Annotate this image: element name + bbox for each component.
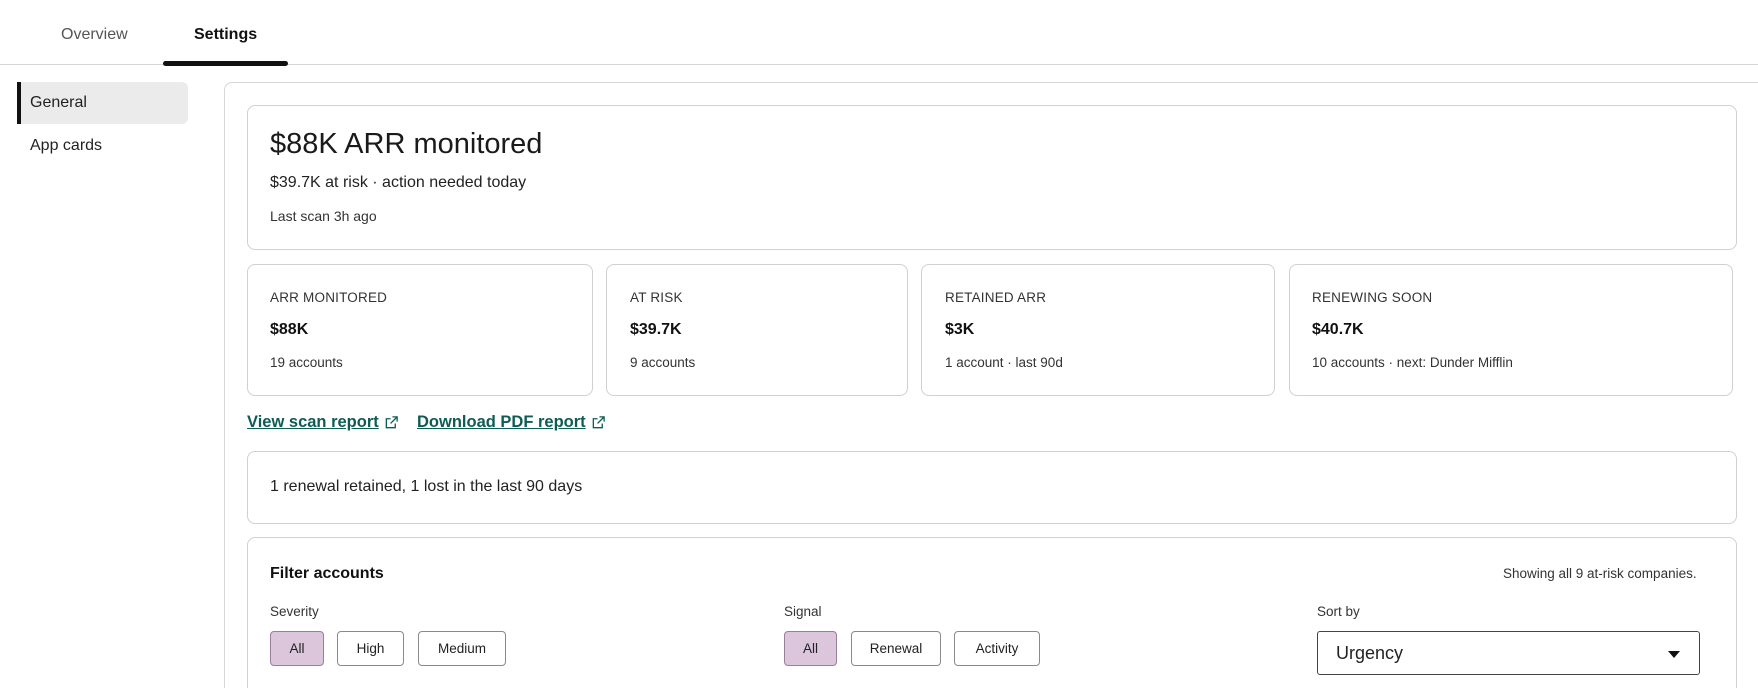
stat-sub: 1 account · last 90d bbox=[945, 355, 1063, 370]
severity-high-chip[interactable]: High bbox=[337, 631, 404, 666]
sidebar-item-general[interactable]: General bbox=[17, 82, 188, 124]
sidebar-item-app-cards[interactable]: App cards bbox=[17, 125, 188, 167]
retention-note-text: 1 renewal retained, 1 lost in the last 9… bbox=[270, 478, 583, 495]
stat-value: $40.7K bbox=[1312, 321, 1364, 338]
signal-label: Signal bbox=[784, 604, 822, 619]
stat-sub: 10 accounts · next: Dunder Mifflin bbox=[1312, 355, 1513, 370]
stat-label: AT RISK bbox=[630, 290, 683, 305]
severity-medium-chip[interactable]: Medium bbox=[418, 631, 506, 666]
summary-subtitle: $39.7K at risk · action needed today bbox=[270, 174, 527, 191]
sort-by-value: Urgency bbox=[1336, 643, 1404, 663]
external-link-icon[interactable] bbox=[384, 415, 399, 430]
tab-overview[interactable]: Overview bbox=[61, 26, 128, 44]
filter-result-count: Showing all 9 at-risk companies. bbox=[1503, 566, 1697, 581]
severity-label: Severity bbox=[270, 604, 319, 619]
chevron-down-icon bbox=[1668, 651, 1680, 658]
summary-title: $88K ARR monitored bbox=[270, 128, 543, 160]
stat-sub: 9 accounts bbox=[630, 355, 696, 370]
top-tabs: Overview Settings bbox=[0, 0, 1758, 66]
external-link-icon[interactable] bbox=[591, 415, 606, 430]
stat-value: $88K bbox=[270, 321, 309, 338]
sort-by-label: Sort by bbox=[1317, 604, 1360, 619]
signal-all-chip[interactable]: All bbox=[784, 631, 837, 666]
filter-title: Filter accounts bbox=[270, 565, 384, 582]
stat-label: RENEWING SOON bbox=[1312, 290, 1433, 305]
stat-sub: 19 accounts bbox=[270, 355, 343, 370]
signal-activity-chip[interactable]: Activity bbox=[954, 631, 1040, 666]
stat-value: $39.7K bbox=[630, 321, 682, 338]
download-pdf-report-link[interactable]: Download PDF report bbox=[417, 413, 586, 432]
stat-label: RETAINED ARR bbox=[945, 290, 1047, 305]
last-scan-text: Last scan 3h ago bbox=[270, 208, 377, 224]
stat-value: $3K bbox=[945, 321, 975, 338]
tab-settings[interactable]: Settings bbox=[194, 26, 257, 44]
view-scan-report-link[interactable]: View scan report bbox=[247, 413, 379, 432]
signal-renewal-chip[interactable]: Renewal bbox=[851, 631, 941, 666]
severity-all-chip[interactable]: All bbox=[270, 631, 324, 666]
active-tab-indicator bbox=[163, 61, 288, 66]
sort-by-select[interactable]: Urgency bbox=[1317, 631, 1700, 675]
stat-label: ARR MONITORED bbox=[270, 290, 388, 305]
